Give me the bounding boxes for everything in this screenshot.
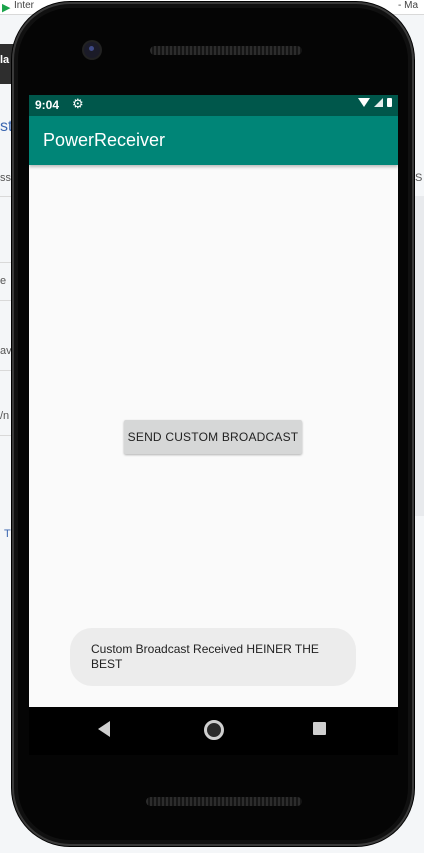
desktop-fragment: T	[4, 528, 11, 540]
recents-icon[interactable]	[313, 722, 326, 735]
wifi-icon	[358, 98, 370, 107]
send-custom-broadcast-button[interactable]: SEND CUSTOM BROADCAST	[124, 420, 302, 454]
play-icon: ▶	[2, 2, 11, 14]
toast-message: Custom Broadcast Received HEINER THE BES…	[70, 628, 356, 686]
navigation-bar	[29, 707, 398, 755]
home-icon[interactable]	[204, 720, 224, 740]
bottom-speaker	[146, 797, 302, 806]
desktop-fragment: st	[0, 118, 13, 135]
back-icon[interactable]	[98, 721, 110, 737]
battery-icon	[387, 98, 392, 107]
desktop-fragment: S	[415, 172, 423, 184]
app-title: PowerReceiver	[43, 130, 166, 150]
camera-icon	[84, 42, 100, 58]
status-icons	[358, 98, 392, 107]
app-screen: 9:04 ⚙ PowerReceiver SEND CUSTOM BROADCA…	[29, 95, 398, 755]
desktop-fragment: la	[0, 54, 10, 66]
signal-icon	[374, 98, 383, 107]
earpiece-speaker	[150, 46, 302, 55]
desktop-right-panel	[414, 196, 424, 516]
desktop-fragment: e	[0, 275, 7, 287]
app-bar: PowerReceiver	[29, 116, 398, 165]
status-bar: 9:04 ⚙	[29, 95, 398, 116]
gear-icon: ⚙	[72, 96, 84, 111]
desktop-title-right: - Ma	[398, 0, 418, 11]
desktop-title-left: Inter	[14, 0, 35, 11]
desktop-fragment: /n	[0, 410, 10, 422]
status-time: 9:04	[35, 98, 60, 112]
